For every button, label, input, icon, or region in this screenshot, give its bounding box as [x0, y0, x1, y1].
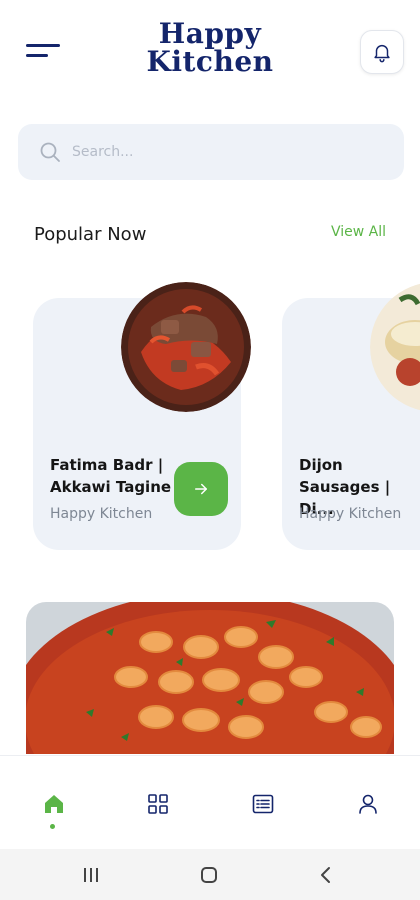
back-button[interactable]: [314, 863, 338, 887]
popular-carousel[interactable]: Fatima Badr | Akkawi Tagine Happy Kitche…: [0, 280, 420, 560]
menu-icon-line: [26, 54, 48, 57]
recipe-image-tagine: [121, 282, 251, 412]
home-system-button[interactable]: [197, 863, 221, 887]
recipe-card[interactable]: Dijon Sausages | Di... Happy Kitchen: [282, 283, 420, 550]
grid-icon: [148, 794, 168, 814]
nav-profile[interactable]: [354, 790, 382, 818]
recipe-title: Fatima Badr | Akkawi Tagine: [50, 456, 172, 496]
search-icon: [40, 142, 60, 162]
app-logo: Happy Kitchen: [130, 20, 290, 76]
menu-button[interactable]: [26, 40, 62, 64]
nav-categories[interactable]: [144, 790, 172, 818]
recipe-image-sausages: [370, 282, 420, 412]
featured-recipe-image[interactable]: [26, 602, 394, 754]
home-icon: [45, 795, 63, 813]
view-all-link[interactable]: View All: [331, 224, 386, 240]
arrow-right-icon: [195, 483, 207, 495]
logo-line1: Happy: [158, 17, 262, 50]
recent-apps-icon: [84, 868, 98, 882]
bell-icon: [374, 44, 390, 63]
open-recipe-button[interactable]: [174, 462, 228, 516]
search-bar[interactable]: [18, 124, 404, 180]
app-header: Happy Kitchen: [0, 0, 420, 110]
system-navigation-bar: [0, 849, 420, 900]
logo-line2: Kitchen: [146, 45, 274, 78]
search-input[interactable]: [72, 138, 382, 166]
back-chevron-icon: [321, 867, 330, 883]
bottom-navigation: [0, 755, 420, 849]
recent-apps-button[interactable]: [79, 863, 103, 887]
menu-icon-line: [26, 44, 60, 47]
profile-icon: [359, 794, 377, 814]
notifications-button[interactable]: [360, 30, 404, 74]
nav-list[interactable]: [249, 790, 277, 818]
recipe-author: Happy Kitchen: [50, 506, 153, 522]
nav-home[interactable]: [40, 790, 68, 818]
recipe-card[interactable]: Fatima Badr | Akkawi Tagine Happy Kitche…: [33, 282, 251, 550]
home-square-icon: [201, 867, 217, 883]
recipe-author: Happy Kitchen: [299, 506, 402, 522]
section-title-popular: Popular Now: [34, 224, 147, 245]
active-indicator: [50, 824, 55, 829]
list-icon: [252, 794, 274, 814]
